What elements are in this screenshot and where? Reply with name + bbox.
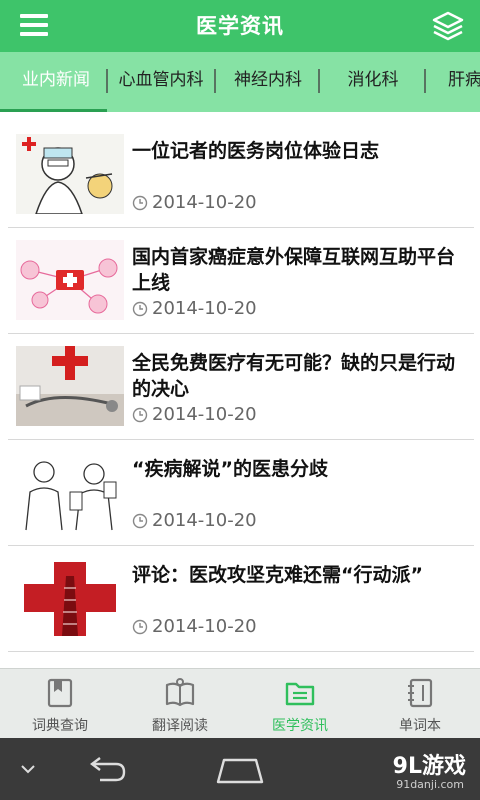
article-title: 一位记者的医务岗位体验日志 <box>132 140 380 162</box>
open-book-icon <box>165 678 195 707</box>
tab-divider <box>318 69 320 93</box>
article-date-text: 2014-10-20 <box>152 298 257 319</box>
article-date: 2014-10-20 <box>132 510 257 531</box>
notebook-icon <box>408 678 433 708</box>
back-icon[interactable] <box>82 738 132 800</box>
folder-news-icon <box>285 682 315 706</box>
clock-icon <box>132 301 148 316</box>
article-date-text: 2014-10-20 <box>152 404 257 425</box>
home-icon[interactable] <box>212 738 268 800</box>
list-item[interactable]: “疾病解说”的医患分歧 2014-10-20 <box>8 440 474 546</box>
nav-label: 词典查询 <box>32 718 88 734</box>
article-thumbnail <box>16 240 124 320</box>
list-item[interactable]: 国内首家癌症意外保障互联网互助平台上线 2014-10-20 <box>8 228 474 334</box>
watermark-site: 91danji.com <box>396 778 464 791</box>
clock-icon <box>132 619 148 634</box>
article-date: 2014-10-20 <box>132 192 257 213</box>
article-date-text: 2014-10-20 <box>152 192 257 213</box>
nav-vocabulary[interactable]: 单词本 <box>360 669 480 739</box>
layers-icon[interactable] <box>432 10 464 42</box>
article-title: 全民免费医疗有无可能？缺的只是行动的决心 <box>132 352 456 400</box>
list-item[interactable]: 评论：医改攻坚克难还需“行动派” 2014-10-20 <box>8 546 474 652</box>
tab-hepatology[interactable]: 肝病 <box>448 52 480 108</box>
clock-icon <box>132 407 148 422</box>
article-date: 2014-10-20 <box>132 298 257 319</box>
tab-industry-news[interactable]: 业内新闻 <box>14 52 98 108</box>
category-tabs: 业内新闻 心血管内科 神经内科 消化科 肝病 <box>0 52 480 112</box>
article-date: 2014-10-20 <box>132 404 257 425</box>
article-date: 2014-10-20 <box>132 616 257 637</box>
article-date-text: 2014-10-20 <box>152 616 257 637</box>
chevron-down-icon[interactable] <box>14 738 42 800</box>
article-date-text: 2014-10-20 <box>152 510 257 531</box>
article-title: “疾病解说”的医患分歧 <box>132 458 328 480</box>
list-item[interactable]: 一位记者的医务岗位体验日志 2014-10-20 <box>8 122 474 228</box>
app-header: 医学资讯 <box>0 0 480 52</box>
article-thumbnail <box>16 134 124 214</box>
tab-neurology[interactable]: 神经内科 <box>226 52 310 108</box>
list-item[interactable]: 全民免费医疗有无可能？缺的只是行动的决心 2014-10-20 <box>8 334 474 440</box>
article-title: 评论：医改攻坚克难还需“行动派” <box>132 564 423 586</box>
active-tab-indicator <box>0 109 107 112</box>
nav-label: 翻译阅读 <box>152 718 208 734</box>
tab-divider <box>106 69 108 93</box>
nav-translation[interactable]: 翻译阅读 <box>120 669 240 739</box>
nav-label: 医学资讯 <box>272 718 328 734</box>
bottom-nav: 词典查询 翻译阅读 医学资讯 单词本 <box>0 668 480 738</box>
nav-medical-news[interactable]: 医学资讯 <box>240 669 360 739</box>
nav-dictionary[interactable]: 词典查询 <box>0 669 120 739</box>
page-title: 医学资讯 <box>196 14 284 38</box>
tab-divider <box>214 69 216 93</box>
watermark-logo: 9L游戏 <box>392 754 466 779</box>
bookmark-book-icon <box>47 678 73 708</box>
tab-gastroenterology[interactable]: 消化科 <box>338 52 408 108</box>
article-thumbnail <box>16 452 124 532</box>
clock-icon <box>132 513 148 528</box>
nav-label: 单词本 <box>399 718 441 734</box>
clock-icon <box>132 195 148 210</box>
article-title: 国内首家癌症意外保障互联网互助平台上线 <box>132 246 456 294</box>
tab-divider <box>424 69 426 93</box>
article-thumbnail <box>16 346 124 426</box>
article-thumbnail <box>16 558 124 638</box>
tab-cardiology[interactable]: 心血管内科 <box>112 52 210 108</box>
